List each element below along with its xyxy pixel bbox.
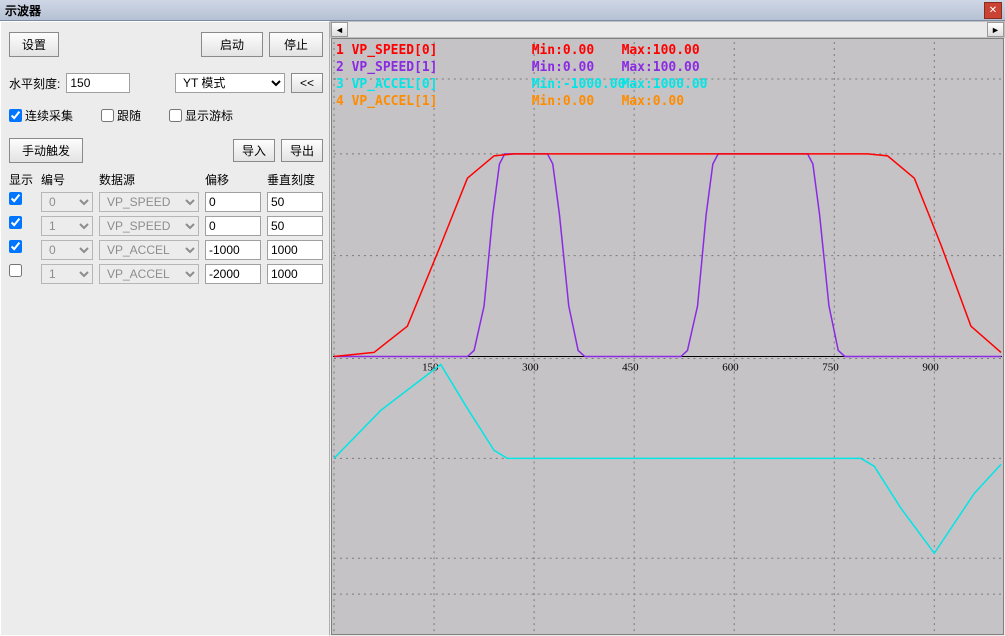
collapse-button[interactable]: << bbox=[291, 73, 323, 93]
scroll-left-icon[interactable]: ◄ bbox=[331, 22, 348, 37]
col-index: 编号 bbox=[41, 171, 93, 188]
svg-text:4 VP_ACCEL[1]: 4 VP_ACCEL[1] bbox=[336, 94, 438, 109]
channel-index[interactable]: 1 bbox=[41, 216, 93, 236]
oscilloscope-chart: 150300450600750900 1 VP_SPEED[0]Min:0.00… bbox=[332, 39, 1003, 634]
scroll-right-icon[interactable]: ► bbox=[987, 22, 1004, 37]
channel-index[interactable]: 0 bbox=[41, 192, 93, 212]
channel-source[interactable]: VP_ACCEL bbox=[99, 240, 199, 260]
horiz-scale-label: 水平刻度: bbox=[9, 75, 60, 92]
channel-vscale[interactable] bbox=[267, 216, 323, 236]
window-title: 示波器 bbox=[3, 2, 984, 19]
follow-checkbox[interactable]: 跟随 bbox=[101, 107, 141, 124]
manual-trigger-button[interactable]: 手动触发 bbox=[9, 138, 83, 163]
channel-offset[interactable] bbox=[205, 216, 261, 236]
channel-vscale[interactable] bbox=[267, 240, 323, 260]
channel-row: 0 VP_ACCEL bbox=[9, 240, 323, 260]
channel-source[interactable]: VP_ACCEL bbox=[99, 264, 199, 284]
scroll-track[interactable] bbox=[348, 22, 987, 37]
channel-offset[interactable] bbox=[205, 192, 261, 212]
channel-offset[interactable] bbox=[205, 240, 261, 260]
stop-button[interactable]: 停止 bbox=[269, 32, 323, 57]
channel-source[interactable]: VP_SPEED bbox=[99, 216, 199, 236]
channel-enable[interactable] bbox=[9, 240, 35, 260]
channels-table: 显示 编号 数据源 偏移 垂直刻度 bbox=[9, 171, 323, 188]
channel-index[interactable]: 1 bbox=[41, 264, 93, 284]
channel-row: 1 VP_SPEED bbox=[9, 216, 323, 236]
title-bar: 示波器 ✕ bbox=[0, 0, 1005, 21]
svg-text:900: 900 bbox=[922, 362, 939, 374]
import-button[interactable]: 导入 bbox=[233, 139, 275, 162]
channel-index[interactable]: 0 bbox=[41, 240, 93, 260]
continuous-checkbox[interactable]: 连续采集 bbox=[9, 107, 73, 124]
svg-text:300: 300 bbox=[522, 362, 539, 374]
channel-row: 0 VP_SPEED bbox=[9, 192, 323, 212]
channel-vscale[interactable] bbox=[267, 264, 323, 284]
start-button[interactable]: 启动 bbox=[201, 32, 263, 57]
svg-text:Max:1000.00: Max:1000.00 bbox=[622, 77, 708, 92]
col-show: 显示 bbox=[9, 171, 35, 188]
col-vscale: 垂直刻度 bbox=[267, 171, 323, 188]
col-source: 数据源 bbox=[99, 171, 199, 188]
svg-text:Min:0.00: Min:0.00 bbox=[532, 43, 595, 58]
close-button[interactable]: ✕ bbox=[984, 2, 1002, 19]
svg-text:1 VP_SPEED[0]: 1 VP_SPEED[0] bbox=[336, 43, 438, 58]
svg-text:Min:-1000.00: Min:-1000.00 bbox=[532, 77, 626, 92]
workspace: 设置 启动 停止 水平刻度: YT 模式 << 连续采集 跟随 显示游标 手动触… bbox=[0, 21, 1005, 636]
channel-vscale[interactable] bbox=[267, 192, 323, 212]
horizontal-scrollbar[interactable]: ◄ ► bbox=[330, 21, 1005, 38]
channel-enable[interactable] bbox=[9, 264, 35, 284]
channel-enable[interactable] bbox=[9, 192, 35, 212]
svg-text:Min:0.00: Min:0.00 bbox=[532, 94, 595, 109]
svg-text:600: 600 bbox=[722, 362, 739, 374]
svg-text:3 VP_ACCEL[0]: 3 VP_ACCEL[0] bbox=[336, 77, 438, 92]
export-button[interactable]: 导出 bbox=[281, 139, 323, 162]
svg-text:Max:100.00: Max:100.00 bbox=[622, 60, 700, 75]
chart-area: 150300450600750900 1 VP_SPEED[0]Min:0.00… bbox=[331, 38, 1004, 635]
chart-panel: ◄ ► 150300450600750900 1 VP_SPEED[0]Min:… bbox=[330, 21, 1005, 636]
svg-text:450: 450 bbox=[622, 362, 639, 374]
settings-button[interactable]: 设置 bbox=[9, 32, 59, 57]
show-cursor-checkbox[interactable]: 显示游标 bbox=[169, 107, 233, 124]
svg-text:750: 750 bbox=[822, 362, 839, 374]
channel-offset[interactable] bbox=[205, 264, 261, 284]
svg-text:Max:100.00: Max:100.00 bbox=[622, 43, 700, 58]
channel-enable[interactable] bbox=[9, 216, 35, 236]
svg-text:Max:0.00: Max:0.00 bbox=[622, 94, 685, 109]
control-panel: 设置 启动 停止 水平刻度: YT 模式 << 连续采集 跟随 显示游标 手动触… bbox=[0, 21, 330, 636]
channel-source[interactable]: VP_SPEED bbox=[99, 192, 199, 212]
svg-text:Min:0.00: Min:0.00 bbox=[532, 60, 595, 75]
svg-text:2 VP_SPEED[1]: 2 VP_SPEED[1] bbox=[336, 60, 438, 75]
channel-row: 1 VP_ACCEL bbox=[9, 264, 323, 284]
col-offset: 偏移 bbox=[205, 171, 261, 188]
mode-select[interactable]: YT 模式 bbox=[175, 73, 285, 93]
horiz-scale-input[interactable] bbox=[66, 73, 130, 93]
